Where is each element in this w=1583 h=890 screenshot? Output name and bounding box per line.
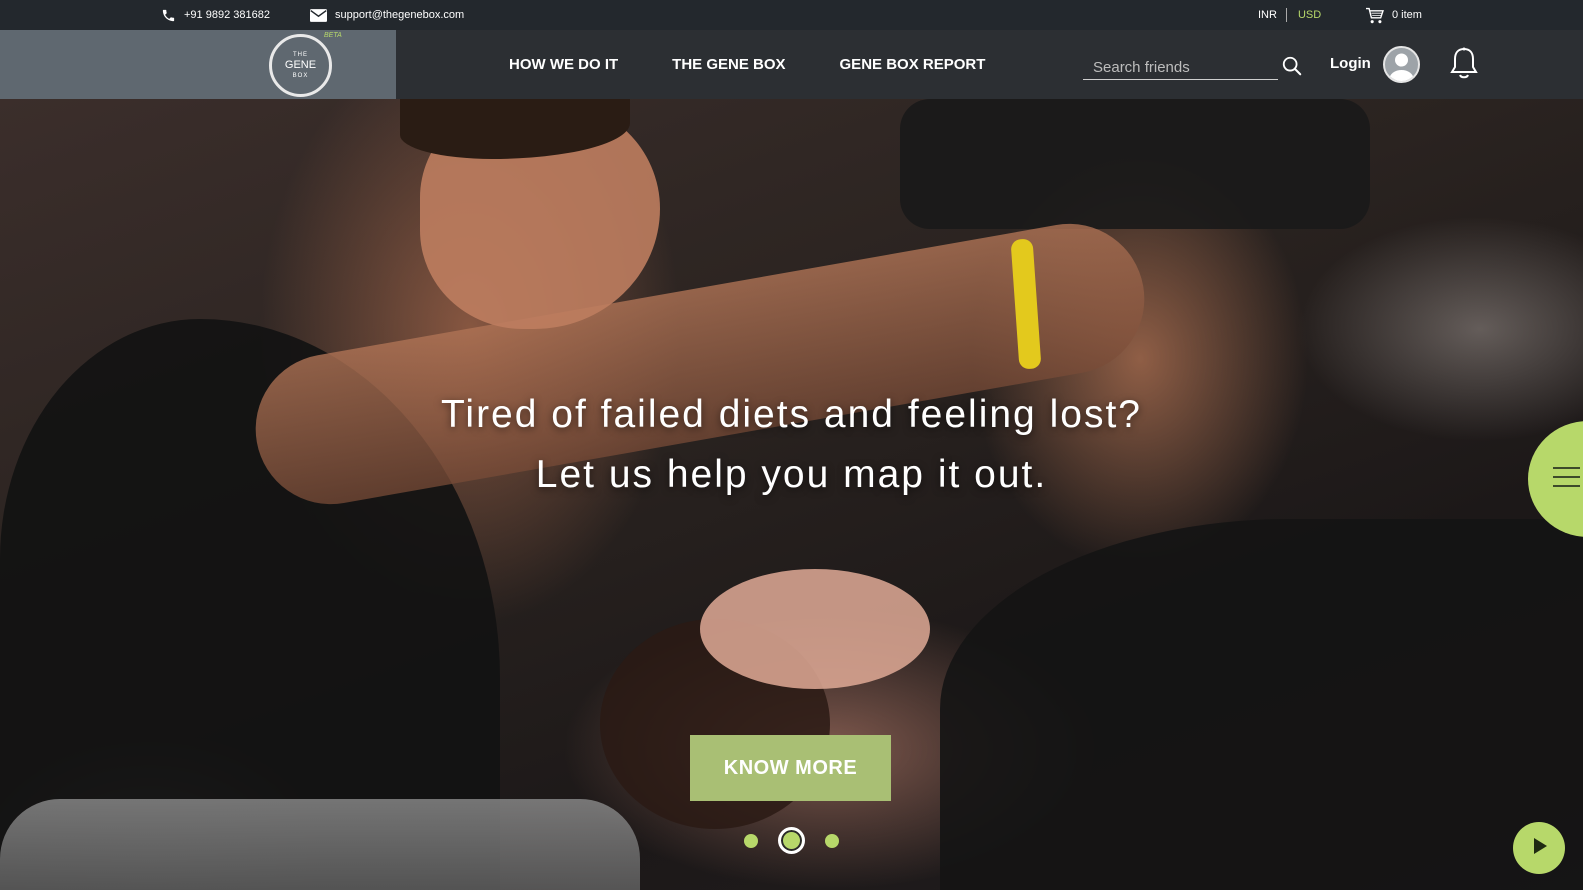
cart-count: 0 item (1392, 9, 1422, 21)
cart-icon (1365, 7, 1384, 24)
hero-line-1: Tired of failed diets and feeling lost? (441, 393, 1142, 436)
phone-icon (161, 8, 176, 23)
currency-inr[interactable]: INR (1258, 8, 1287, 22)
nav-gene-box-report[interactable]: GENE BOX REPORT (840, 56, 986, 73)
menu-icon (1553, 467, 1580, 494)
top-info-bar: +91 9892 381682 support@thegenebox.com I… (0, 0, 1583, 30)
know-more-button[interactable]: KNOW MORE (690, 735, 891, 801)
nav-the-gene-box[interactable]: THE GENE BOX (672, 56, 785, 73)
email-contact[interactable]: support@thegenebox.com (310, 0, 464, 30)
avatar-icon[interactable] (1383, 46, 1420, 83)
logo-the: THE (293, 52, 308, 58)
search-friends-input[interactable] (1083, 56, 1278, 80)
cart-link[interactable]: 0 item (1365, 0, 1422, 30)
logo-panel (0, 30, 396, 99)
email-address: support@thegenebox.com (335, 9, 465, 21)
slider-dot-1[interactable] (744, 833, 758, 848)
beta-badge: BETA (324, 32, 342, 39)
bell-icon[interactable] (1449, 46, 1479, 85)
currency-usd[interactable]: USD (1287, 8, 1321, 22)
hero-photo-dumbbell (900, 99, 1370, 229)
slider-dots (0, 827, 1583, 854)
login-link[interactable]: Login (1330, 55, 1371, 72)
nav-how-we-do-it[interactable]: HOW WE DO IT (509, 56, 618, 73)
phone-number: +91 9892 381682 (184, 9, 270, 21)
play-button[interactable] (1513, 822, 1565, 874)
hero-photo-woman-face (700, 569, 930, 689)
main-navbar: THE GENE BOX BETA HOW WE DO IT THE GENE … (0, 30, 1583, 99)
logo-gene: GENE (284, 59, 317, 71)
search-icon[interactable] (1281, 55, 1303, 82)
hero-line-2: Let us help you map it out. (535, 453, 1048, 496)
site-logo[interactable]: THE GENE BOX (269, 34, 332, 97)
play-icon (1528, 835, 1550, 862)
mail-icon (310, 8, 327, 22)
slider-dot-3[interactable] (825, 833, 839, 848)
hero-slider: Tired of failed diets and feeling lost? … (0, 99, 1583, 890)
phone-contact[interactable]: +91 9892 381682 (161, 0, 270, 30)
slider-dot-2[interactable] (778, 827, 805, 854)
hero-headline: Tired of failed diets and feeling lost? … (0, 385, 1583, 505)
currency-switcher: INR USD (1258, 0, 1321, 30)
primary-nav: HOW WE DO IT THE GENE BOX GENE BOX REPOR… (509, 30, 1039, 99)
logo-box: BOX (292, 73, 309, 79)
